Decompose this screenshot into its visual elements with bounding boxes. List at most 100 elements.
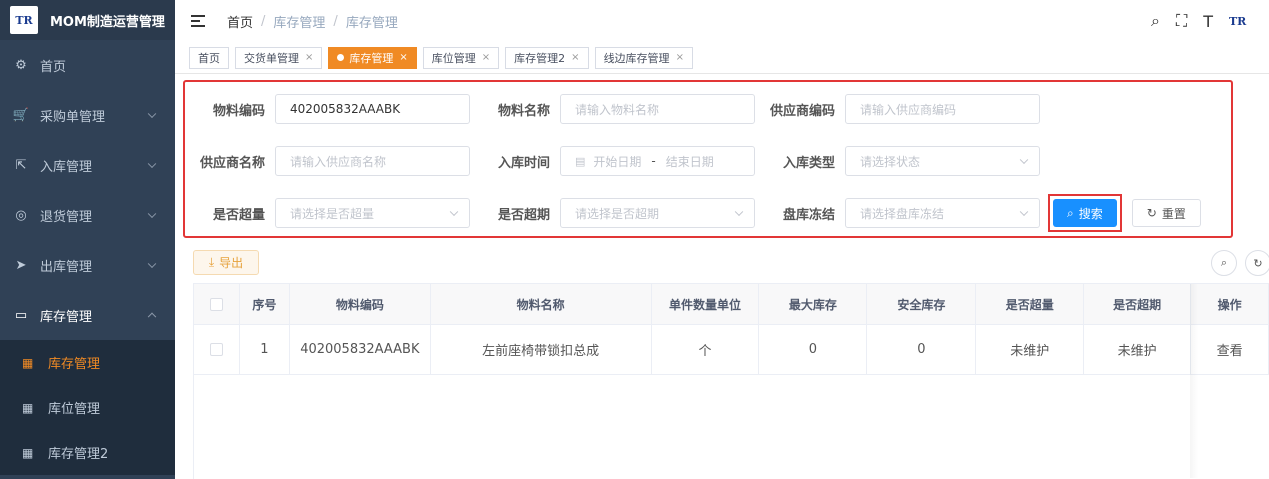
sidebar-item-label: 退货管理 — [40, 209, 93, 225]
export-button-label: 导出 — [219, 256, 244, 270]
sidebar-item-outbound[interactable]: ➤ 出库管理 — [0, 240, 175, 290]
tags-view: 首页 交货单管理 × 库存管理 × 库位管理 × 库存管理2 × 线边库存管理 × — [175, 42, 1269, 74]
table-row: 1 402005832AAABK 左前座椅带锁扣总成 个 0 0 未维护 未维护… — [194, 325, 1269, 375]
close-icon[interactable]: × — [482, 52, 490, 63]
over-time-label: 是否超期 — [497, 207, 550, 223]
tag-label: 线边库存管理 — [603, 51, 670, 65]
inbound-type-select[interactable]: 请选择状态 — [845, 146, 1040, 176]
breadcrumb-parent[interactable]: 库存管理 — [273, 12, 325, 31]
inbound-type-placeholder: 请选择状态 — [860, 154, 921, 169]
over-qty-label: 是否超量 — [212, 207, 265, 223]
sidebar-subitem-location[interactable]: ▦ 库位管理 — [0, 385, 175, 430]
brand-logo-icon: TR — [10, 6, 38, 34]
sidebar-subitem-label: 库存管理2 — [48, 447, 109, 462]
tag-inventory2[interactable]: 库存管理2 × — [505, 46, 589, 69]
sidebar-item-inbound[interactable]: ⇱ 入库管理 — [0, 140, 175, 190]
user-avatar[interactable]: TR — [1229, 10, 1259, 32]
sidebar-item-purchase[interactable]: 🛒 采购单管理 — [0, 90, 175, 140]
sidebar-subitem-inventory[interactable]: ▦ 库存管理 — [0, 340, 175, 385]
column-header: 安全库存 — [867, 284, 977, 324]
menu-toggle-icon[interactable] — [191, 15, 205, 27]
reset-button[interactable]: ↻ 重置 — [1131, 199, 1201, 227]
tag-lineside[interactable]: 线边库存管理 × — [594, 46, 693, 69]
sidebar-item-label: 采购单管理 — [40, 109, 106, 125]
breadcrumb-home[interactable]: 首页 — [227, 12, 253, 31]
chevron-down-icon — [449, 207, 459, 217]
cell-max-stock: 0 — [759, 325, 868, 374]
close-icon[interactable]: × — [305, 52, 313, 63]
fullscreen-icon[interactable]: ⛶ — [1176, 11, 1187, 31]
material-name-input[interactable]: 请输入物料名称 — [560, 94, 755, 124]
column-header: 单件数量单位 — [652, 284, 760, 324]
material-code-input[interactable]: 402005832AAABK — [275, 94, 470, 124]
tag-label: 交货单管理 — [244, 51, 299, 65]
tag-home[interactable]: 首页 — [189, 46, 229, 69]
tag-location[interactable]: 库位管理 × — [422, 46, 500, 69]
supplier-code-input[interactable]: 请输入供应商编码 — [845, 94, 1040, 124]
row-select[interactable] — [194, 325, 240, 374]
over-time-select[interactable]: 请选择是否超期 — [560, 198, 755, 228]
stock-freeze-select[interactable]: 请选择盘库冻结 — [845, 198, 1040, 228]
sidebar-item-returns[interactable]: ◎ 退货管理 — [0, 190, 175, 240]
chevron-down-icon — [147, 259, 157, 269]
stock-freeze-placeholder: 请选择盘库冻结 — [860, 206, 945, 221]
column-header: 序号 — [240, 284, 290, 324]
column-header: 操作 — [1191, 284, 1269, 324]
supplier-name-label: 供应商名称 — [199, 155, 265, 171]
close-icon[interactable]: × — [571, 52, 579, 63]
chevron-down-icon — [147, 109, 157, 119]
search-button[interactable]: ⌕ 搜索 — [1053, 199, 1117, 227]
close-icon[interactable]: × — [399, 52, 407, 63]
column-header: 物料名称 — [431, 284, 652, 324]
sidebar-subitem-label: 库存管理 — [48, 357, 101, 372]
chevron-down-icon — [1019, 155, 1029, 165]
view-button[interactable]: 查看 — [1191, 325, 1269, 374]
cell-over-time: 未维护 — [1084, 325, 1192, 374]
row-checkbox[interactable] — [209, 343, 223, 356]
header-select-all[interactable] — [194, 284, 240, 324]
close-icon[interactable]: × — [676, 52, 684, 63]
range-separator: - — [651, 154, 656, 168]
refresh-icon: ↻ — [1146, 206, 1157, 220]
search-button-label: 搜索 — [1078, 206, 1103, 221]
font-size-icon[interactable]: T — [1203, 12, 1213, 31]
refresh-icon: ↻ — [1253, 256, 1263, 270]
toggle-search-button[interactable]: ⌕ — [1211, 250, 1237, 276]
cell-index: 1 — [240, 325, 290, 374]
logo-mark: TR — [15, 13, 33, 27]
sidebar-submenu-inventory: ▦ 库存管理 ▦ 库位管理 ▦ 库存管理2 — [0, 340, 175, 475]
external-link-icon: ⇱ — [15, 157, 27, 173]
select-all-checkbox[interactable] — [209, 297, 223, 311]
sidebar-subitem-inventory2[interactable]: ▦ 库存管理2 — [0, 430, 175, 475]
over-time-placeholder: 请选择是否超期 — [575, 206, 660, 221]
material-code-value: 402005832AAABK — [290, 102, 401, 116]
material-code-label: 物料编码 — [212, 103, 265, 119]
sidebar-item-home[interactable]: ⚙ 首页 — [0, 40, 175, 90]
supplier-name-placeholder: 请输入供应商名称 — [290, 154, 387, 169]
refresh-table-button[interactable]: ↻ — [1245, 250, 1269, 276]
tag-inventory[interactable]: 库存管理 × — [328, 46, 417, 69]
sidebar-item-inventory[interactable]: ▭ 库存管理 — [0, 290, 175, 340]
tag-delivery[interactable]: 交货单管理 × — [235, 46, 323, 69]
breadcrumb: 首页 / 库存管理 / 库存管理 — [227, 12, 398, 31]
sidebar-item-label: 库存管理 — [40, 309, 93, 325]
chevron-up-icon — [147, 312, 157, 322]
search-icon: ⌕ — [1220, 256, 1228, 269]
tag-label: 库位管理 — [431, 51, 476, 65]
supplier-name-input[interactable]: 请输入供应商名称 — [275, 146, 470, 176]
over-qty-select[interactable]: 请选择是否超量 — [275, 198, 470, 228]
export-button[interactable]: ⤓ 导出 — [193, 250, 259, 275]
cell-safety-stock: 0 — [867, 325, 977, 374]
inbound-time-range-picker[interactable]: ▤ 开始日期 - 结束日期 — [560, 146, 755, 176]
cell-material-name: 左前座椅带锁扣总成 — [431, 325, 652, 374]
search-button-highlight: ⌕ 搜索 — [1048, 194, 1122, 232]
app-logo[interactable]: TR MOM制造运营管理 — [0, 0, 175, 40]
table-header: 序号 物料编码 物料名称 单件数量单位 最大库存 安全库存 是否超量 是否超期 … — [194, 284, 1269, 325]
search-icon[interactable]: ⌕ — [1151, 11, 1160, 31]
sidebar-subitem-label: 库位管理 — [48, 402, 101, 417]
column-header: 是否超期 — [1084, 284, 1192, 324]
cell-material-code-link[interactable]: 402005832AAABK — [290, 325, 431, 374]
sidebar-item-label: 出库管理 — [40, 259, 93, 275]
cart-icon: 🛒 — [12, 107, 30, 123]
download-icon: ⤓ — [208, 255, 215, 269]
